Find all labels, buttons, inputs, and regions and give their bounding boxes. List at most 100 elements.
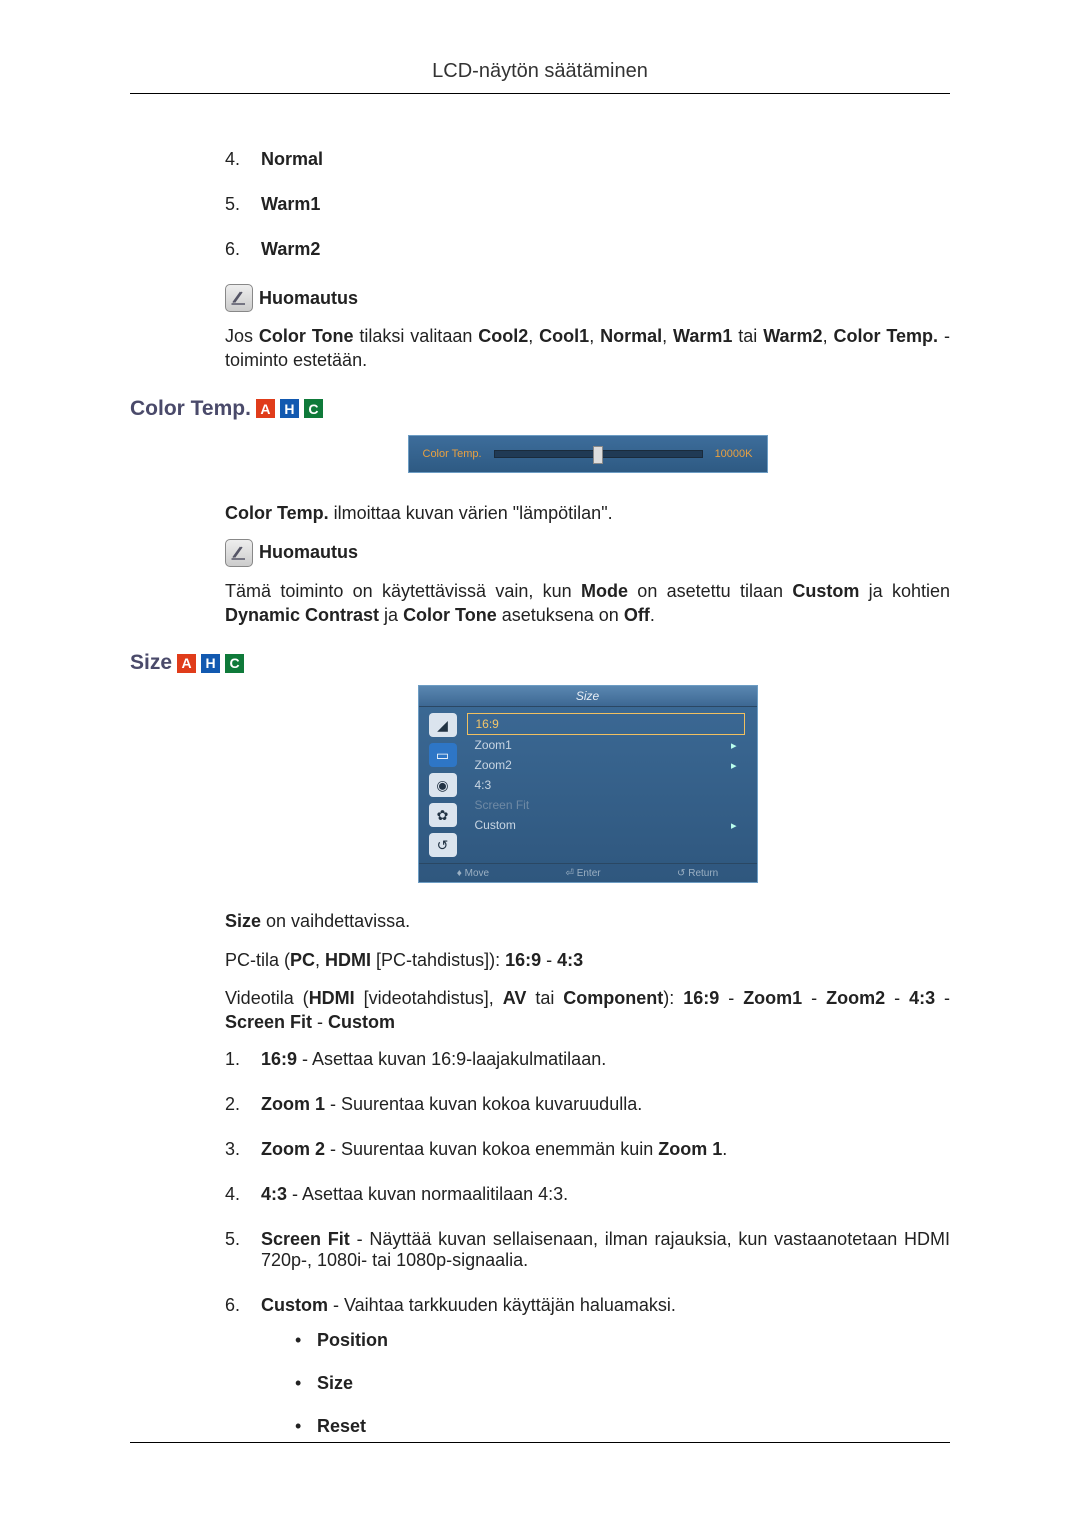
text-bold: 4:3 bbox=[261, 1184, 287, 1204]
osd-list: 16:9 Zoom1▸ Zoom2▸ 4:3 Screen Fit Custom… bbox=[467, 707, 757, 863]
note-icon bbox=[225, 539, 253, 567]
text-bold: Zoom 1 bbox=[261, 1094, 325, 1114]
text-bold: Screen Fit bbox=[225, 1012, 312, 1032]
text-bold: Zoom2 bbox=[826, 988, 885, 1008]
osd-item-4-3: 4:3 bbox=[467, 775, 745, 795]
list-number: 6. bbox=[225, 239, 261, 260]
badge-a-icon: A bbox=[177, 654, 196, 673]
text-bold: Reset bbox=[317, 1416, 366, 1436]
osd-body: ◢ ▭ ◉ ✿ ↺ 16:9 Zoom1▸ Zoom2▸ 4:3 Screen … bbox=[419, 707, 757, 863]
text-bold: HDMI bbox=[325, 950, 371, 970]
text: - Vaihtaa tarkkuuden käyttäjän haluamaks… bbox=[328, 1295, 676, 1315]
size-paragraph-2: PC-tila (PC, HDMI [PC-tahdistus]): 16:9 … bbox=[225, 948, 950, 972]
text-bold: Warm2 bbox=[763, 326, 822, 346]
text: - bbox=[935, 988, 950, 1008]
note-icon bbox=[225, 284, 253, 312]
section-title: Color Temp. bbox=[130, 397, 251, 421]
text: Enter bbox=[577, 868, 601, 879]
size-menu-icon: ▭ bbox=[429, 743, 457, 767]
text: on asetettu tilaan bbox=[628, 581, 792, 601]
text: , bbox=[589, 326, 600, 346]
noise-reduction-icon: ◉ bbox=[429, 773, 457, 797]
badge-c-icon: C bbox=[304, 399, 323, 418]
text: tai bbox=[732, 326, 763, 346]
page-title: LCD-näytön säätäminen bbox=[130, 60, 950, 83]
text-bold: Color Temp. bbox=[833, 326, 938, 346]
text: Jos bbox=[225, 326, 259, 346]
text: , bbox=[315, 950, 325, 970]
note-label: Huomautus bbox=[259, 542, 358, 563]
badge-h-icon: H bbox=[201, 654, 220, 673]
text: , bbox=[528, 326, 539, 346]
text: - Näyttää kuvan sellaisenaan, ilman raja… bbox=[261, 1229, 950, 1270]
osd-footer-enter: ⏎ Enter bbox=[566, 868, 601, 879]
text: [videotahdistus], bbox=[355, 988, 503, 1008]
text-bold: Size bbox=[317, 1373, 353, 1393]
size-paragraph-3: Videotila (HDMI [videotahdistus], AV tai… bbox=[225, 986, 950, 1035]
osd-color-temp-slider: Color Temp. 10000K bbox=[408, 435, 768, 473]
arrow-right-icon: ▸ bbox=[731, 739, 737, 752]
slider-thumb bbox=[593, 446, 603, 464]
text: . bbox=[650, 605, 655, 625]
note-row: Huomautus bbox=[225, 539, 950, 567]
note-paragraph-1: Jos Color Tone tilaksi valitaan Cool2, C… bbox=[225, 324, 950, 373]
sub-list-item: Reset bbox=[295, 1416, 950, 1437]
text-bold: Custom bbox=[792, 581, 859, 601]
text: tai bbox=[526, 988, 563, 1008]
text-bold: Cool2 bbox=[478, 326, 528, 346]
list-item: 5.Screen Fit - Näyttää kuvan sellaisenaa… bbox=[225, 1229, 950, 1271]
text: Tämä toiminto on käytettävissä vain, kun bbox=[225, 581, 581, 601]
badge-a-icon: A bbox=[256, 399, 275, 418]
list-number: 3. bbox=[225, 1139, 261, 1160]
note-paragraph-2: Tämä toiminto on käytettävissä vain, kun… bbox=[225, 579, 950, 628]
list-label: Normal bbox=[261, 149, 323, 169]
list-body: Zoom 2 - Suurentaa kuvan kokoa enemmän k… bbox=[261, 1139, 950, 1160]
list-item: 1.16:9 - Asettaa kuvan 16:9-laajakulmati… bbox=[225, 1049, 950, 1070]
text-bold: Color Temp. bbox=[225, 503, 329, 523]
text: - bbox=[802, 988, 826, 1008]
osd-item-label: 16:9 bbox=[476, 717, 499, 731]
section-heading-size: Size A H C bbox=[130, 651, 950, 675]
osd-item-label: Custom bbox=[475, 818, 516, 832]
list-label: Warm2 bbox=[261, 239, 320, 259]
osd-icon-column: ◢ ▭ ◉ ✿ ↺ bbox=[419, 707, 467, 863]
size-paragraph-1: Size on vaihdettavissa. bbox=[225, 909, 950, 933]
list-item: 4.Normal bbox=[225, 149, 950, 170]
text-bold: HDMI bbox=[309, 988, 355, 1008]
osd-item-zoom1: Zoom1▸ bbox=[467, 735, 745, 755]
osd-item-label: 4:3 bbox=[475, 778, 492, 792]
text: - bbox=[719, 988, 743, 1008]
text-bold: 4:3 bbox=[909, 988, 935, 1008]
section-heading-color-temp: Color Temp. A H C bbox=[130, 397, 950, 421]
text-bold: Mode bbox=[581, 581, 628, 601]
text: Move bbox=[465, 868, 489, 879]
text-bold: Color Tone bbox=[403, 605, 497, 625]
osd-footer-move: ♦ Move bbox=[457, 868, 489, 879]
list-item: 6.Warm2 bbox=[225, 239, 950, 260]
text: - Asettaa kuvan normaalitilaan 4:3. bbox=[287, 1184, 568, 1204]
list-item: 2.Zoom 1 - Suurentaa kuvan kokoa kuvaruu… bbox=[225, 1094, 950, 1115]
content-area: 4.Normal 5.Warm1 6.Warm2 Huomautus Jos C… bbox=[225, 149, 950, 1459]
list-number: 4. bbox=[225, 1184, 261, 1205]
list-item: 5.Warm1 bbox=[225, 194, 950, 215]
text-bold: Color Tone bbox=[259, 326, 354, 346]
list-number: 6. bbox=[225, 1295, 261, 1459]
osd-item-screen-fit: Screen Fit bbox=[467, 795, 745, 815]
text: Videotila ( bbox=[225, 988, 309, 1008]
text-bold: Zoom 1 bbox=[658, 1139, 722, 1159]
text: tilaksi valitaan bbox=[353, 326, 478, 346]
text-bold: PC bbox=[290, 950, 315, 970]
custom-sub-list: Position Size Reset bbox=[261, 1330, 950, 1437]
bottom-divider bbox=[130, 1442, 950, 1443]
text: Return bbox=[688, 868, 718, 879]
color-tone-list-continued: 4.Normal 5.Warm1 6.Warm2 bbox=[225, 149, 950, 260]
text-bold: Cool1 bbox=[539, 326, 589, 346]
text-bold: AV bbox=[503, 988, 527, 1008]
text: ilmoittaa kuvan värien "lämpötilan". bbox=[329, 503, 613, 523]
note-row: Huomautus bbox=[225, 284, 950, 312]
slider-track bbox=[494, 450, 703, 458]
text: - Asettaa kuvan 16:9-laajakulmatilaan. bbox=[297, 1049, 606, 1069]
arrow-right-icon: ▸ bbox=[731, 819, 737, 832]
text: . bbox=[722, 1139, 727, 1159]
list-number: 4. bbox=[225, 149, 261, 170]
